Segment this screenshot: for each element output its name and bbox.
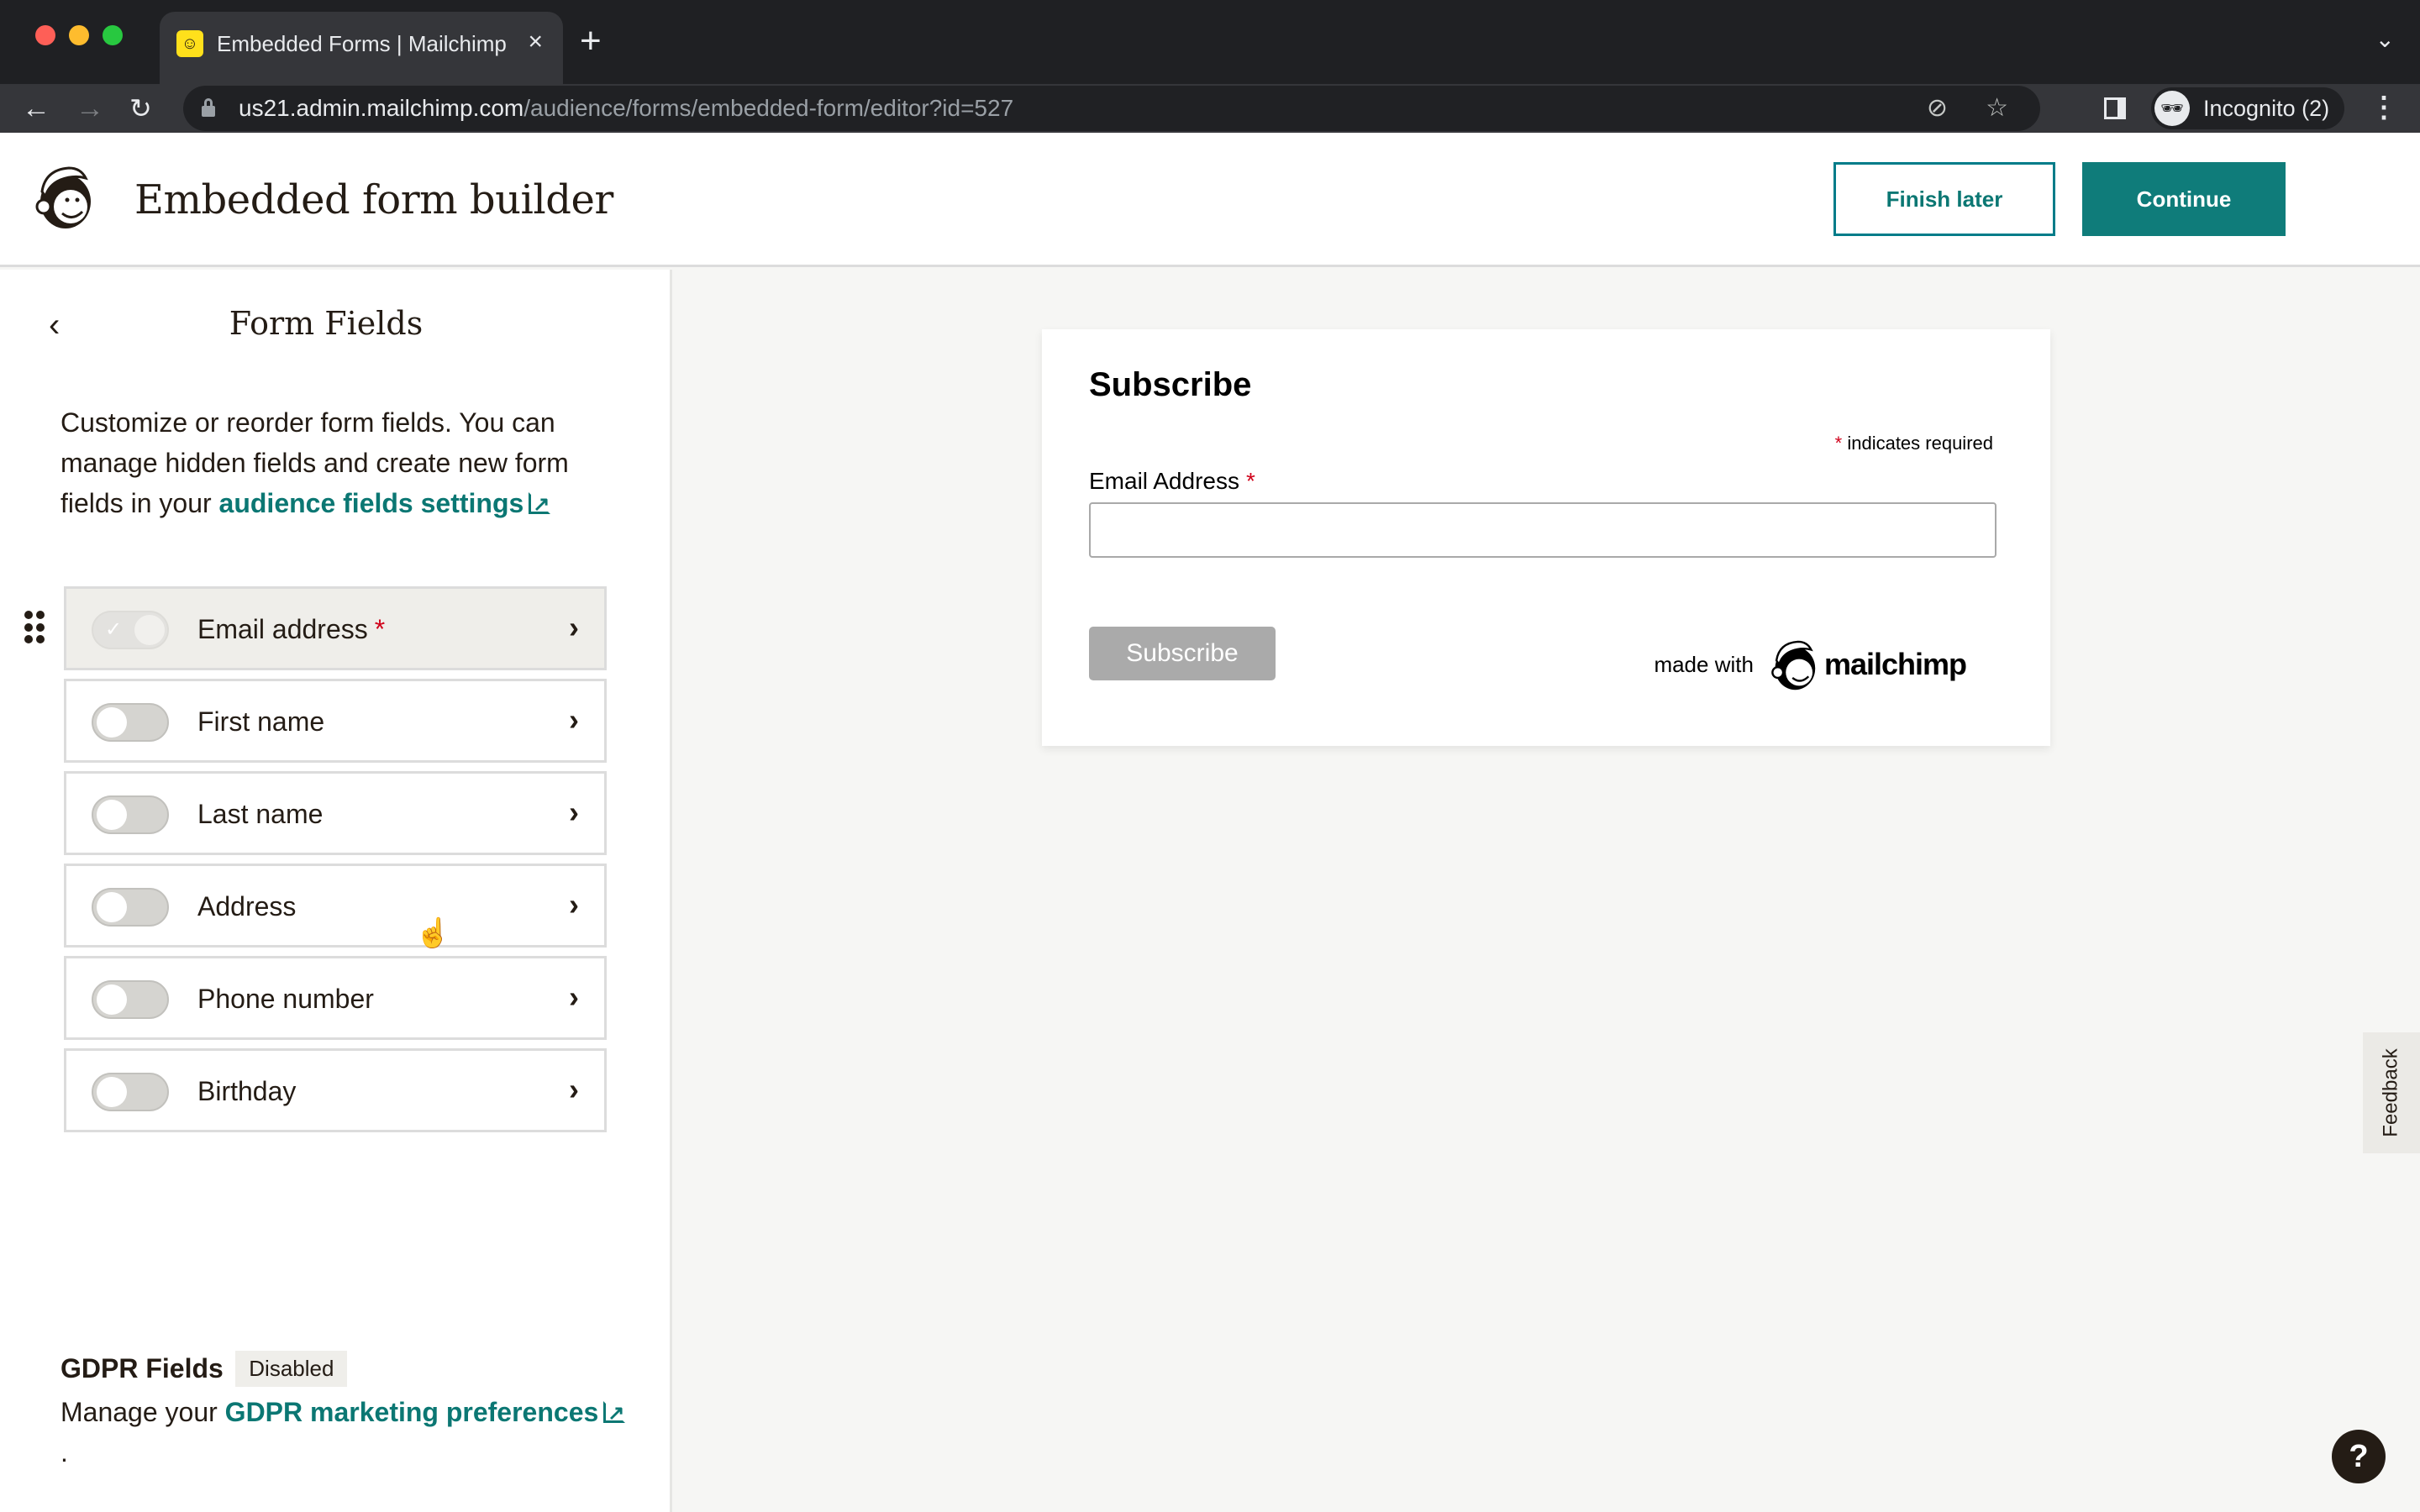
required-note: * indicates required	[1835, 433, 1993, 454]
external-link-icon	[603, 1394, 626, 1434]
mailchimp-favicon-icon: ☺	[176, 30, 203, 57]
required-note-text: indicates required	[1842, 433, 1993, 454]
browser-menu-icon[interactable]: ⋮	[2370, 91, 2398, 124]
checkmark-icon: ✓	[105, 618, 123, 641]
tab-title: Embedded Forms | Mailchimp	[217, 31, 507, 56]
gdpr-text-prefix: Manage your	[60, 1397, 225, 1427]
help-button[interactable]: ?	[2332, 1430, 2386, 1483]
field-toggle[interactable]: ✓	[92, 611, 169, 649]
chevron-right-icon[interactable]: ›	[569, 700, 579, 740]
profile-label: Incognito (2)	[2203, 96, 2330, 121]
chevron-right-icon[interactable]: ›	[569, 1069, 579, 1110]
window-close-button[interactable]	[35, 25, 55, 45]
field-label: Phone number	[197, 984, 374, 1014]
finish-later-button[interactable]: Finish later	[1833, 162, 2055, 236]
required-asterisk: *	[1245, 468, 1255, 494]
forward-arrow-icon[interactable]: →	[76, 91, 104, 126]
required-asterisk: *	[1834, 433, 1843, 454]
page-title: Embedded form builder	[134, 176, 613, 223]
browser-tab[interactable]: ☺ Embedded Forms | Mailchimp ×	[160, 12, 563, 84]
form-fields-sidebar: ‹ Form Fields Customize or reorder form …	[0, 270, 672, 1512]
reload-icon[interactable]: ↻	[129, 91, 152, 126]
required-asterisk: *	[374, 614, 386, 644]
mailchimp-logo-icon	[1771, 640, 1816, 690]
email-label: Email Address *	[1089, 468, 1255, 494]
address-bar[interactable]: us21.admin.mailchimp.com/audience/forms/…	[183, 86, 2040, 131]
gdpr-section: GDPR Fields Disabled Manage your GDPR ma…	[60, 1350, 632, 1473]
field-row-birthday[interactable]: Birthday ›	[64, 1048, 607, 1132]
feedback-label: Feedback	[2380, 1048, 2402, 1137]
link-text: GDPR marketing preferences	[224, 1397, 599, 1427]
url-path: /audience/forms/embedded-form/editor?id=…	[523, 95, 1014, 121]
form-preview-area: Subscribe * indicates required Email Add…	[675, 270, 2420, 1512]
field-label: Address	[197, 891, 297, 921]
field-label: Email address *	[197, 614, 386, 644]
gdpr-status-badge: Disabled	[235, 1350, 348, 1387]
new-tab-button[interactable]: +	[580, 20, 602, 62]
field-toggle[interactable]	[92, 1073, 169, 1111]
gdpr-text-suffix: .	[60, 1437, 68, 1467]
field-toggle[interactable]	[92, 703, 169, 742]
side-panel-icon[interactable]	[2104, 97, 2126, 119]
field-label: First name	[197, 706, 325, 737]
field-label: Last name	[197, 799, 324, 829]
form-preview-card: Subscribe * indicates required Email Add…	[1042, 329, 2050, 746]
email-address-input[interactable]	[1089, 502, 1996, 558]
made-with-text: made with	[1654, 651, 1754, 677]
profile-button[interactable]: 🕶 Incognito (2)	[2151, 87, 2344, 129]
url-text[interactable]: us21.admin.mailchimp.com/audience/forms/…	[239, 93, 1013, 123]
mailchimp-logo-icon[interactable]	[30, 163, 96, 230]
field-row-address[interactable]: Address ›	[64, 864, 607, 948]
link-text: audience fields settings	[218, 488, 524, 518]
made-with-mailchimp-badge[interactable]: made with mailchimp	[1654, 637, 1967, 692]
window-minimize-button[interactable]	[69, 25, 89, 45]
sidebar-title: Form Fields	[229, 305, 424, 342]
field-row-email-address[interactable]: ✓ Email address * ›	[24, 586, 607, 670]
audience-fields-settings-link[interactable]: audience fields settings	[218, 485, 551, 525]
chevron-right-icon[interactable]: ›	[569, 607, 579, 648]
field-toggle[interactable]	[92, 795, 169, 834]
sidebar-description: Customize or reorder form fields. You ca…	[60, 402, 632, 525]
form-title: Subscribe	[1089, 366, 1252, 403]
chevron-right-icon[interactable]: ›	[569, 977, 579, 1017]
browser-tab-bar: ☺ Embedded Forms | Mailchimp × + ⌄	[0, 0, 2420, 84]
drag-handle-icon[interactable]	[24, 611, 45, 644]
gdpr-title: GDPR Fields	[60, 1353, 224, 1383]
browser-toolbar: ← → ↻ us21.admin.mailchimp.com/audience/…	[0, 84, 2420, 133]
field-list: ✓ Email address * › First name › Last nam…	[24, 586, 607, 1141]
incognito-icon: 🕶	[2154, 91, 2190, 126]
field-toggle[interactable]	[92, 980, 169, 1019]
eye-off-icon[interactable]: ⊘	[1927, 92, 1948, 124]
mailchimp-wordmark: mailchimp	[1823, 647, 1967, 681]
external-link-icon	[529, 485, 551, 525]
field-row-last-name[interactable]: Last name ›	[64, 771, 607, 855]
bookmark-star-icon[interactable]: ☆	[1986, 92, 2008, 124]
window-maximize-button[interactable]	[103, 25, 123, 45]
url-host: us21.admin.mailchimp.com	[239, 95, 524, 121]
gdpr-description: Manage your GDPR marketing preferences .	[60, 1392, 632, 1473]
field-toggle[interactable]	[92, 888, 169, 927]
app-header: Embedded form builder Finish later Conti…	[0, 133, 2420, 267]
lock-icon[interactable]	[202, 98, 215, 117]
chevron-right-icon[interactable]: ›	[569, 792, 579, 832]
gdpr-marketing-preferences-link[interactable]: GDPR marketing preferences	[224, 1394, 626, 1434]
feedback-tab[interactable]: Feedback	[2363, 1032, 2420, 1153]
field-row-phone-number[interactable]: Phone number ›	[64, 956, 607, 1040]
field-row-first-name[interactable]: First name ›	[64, 679, 607, 763]
field-label: Birthday	[197, 1076, 297, 1106]
hand-pointer-cursor-icon: ☝	[415, 917, 451, 949]
tab-close-icon[interactable]: ×	[528, 27, 543, 57]
continue-button[interactable]: Continue	[2082, 162, 2286, 236]
back-arrow-icon[interactable]: ←	[22, 91, 50, 126]
chevron-right-icon[interactable]: ›	[569, 885, 579, 925]
tab-list-chevron-icon[interactable]: ⌄	[2375, 25, 2395, 53]
subscribe-button[interactable]: Subscribe	[1089, 627, 1276, 680]
